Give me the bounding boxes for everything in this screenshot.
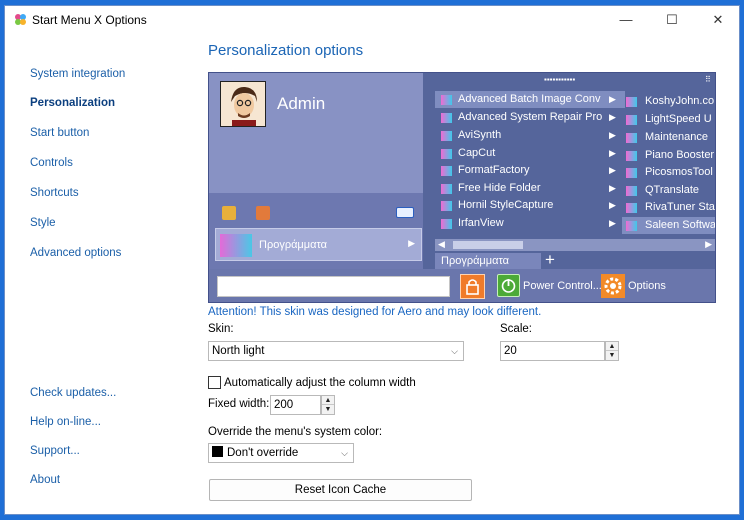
options-label: Options [628, 280, 666, 292]
stepper-down-icon[interactable]: ▼ [322, 405, 334, 414]
preview-user-name: Admin [277, 94, 326, 113]
close-button[interactable]: ✕ [695, 6, 741, 33]
help-online-link[interactable]: Help on-line... [30, 416, 101, 428]
minimize-button[interactable]: — [603, 6, 649, 33]
override-color-label: Override the menu's system color: [208, 426, 383, 438]
sidebar-item-personalization[interactable]: Personalization [30, 97, 115, 109]
skin-select-value: North light [212, 345, 265, 357]
menu-item: RivaTuner Sta [622, 199, 715, 216]
menu-item: CapCut ▶ [435, 145, 625, 162]
preview-tab: Προγράμματα [435, 253, 541, 269]
preview-search-box [217, 276, 450, 297]
stepper-down-icon[interactable]: ▼ [606, 351, 618, 360]
scale-label: Scale: [500, 323, 532, 335]
skin-warning: Attention! This skin was designed for Ae… [208, 306, 542, 318]
scale-input[interactable]: 20 [500, 341, 605, 361]
programs-arrow-icon: ▶ [408, 238, 415, 248]
auto-adjust-checkbox[interactable] [208, 376, 221, 389]
page-title: Personalization options [208, 42, 364, 59]
skin-select[interactable]: North light ⌵ [208, 341, 464, 361]
menu-item: Advanced Batch Image Conv ▶ [435, 91, 625, 108]
fixed-width-label: Fixed width: [208, 398, 270, 410]
override-color-value: Don't override [227, 447, 299, 459]
programs-label: Προγράμματα [259, 239, 328, 251]
menu-item: Maintenance [622, 129, 715, 146]
app-icon [15, 14, 26, 25]
sidebar-item-start-button[interactable]: Start button [30, 127, 89, 139]
menu-item: Free Hide Folder ▶ [435, 180, 625, 197]
add-tab-icon: + [545, 250, 555, 269]
options-window: Start Menu X Options — ☐ ✕ System integr… [4, 5, 740, 515]
scale-stepper[interactable]: ▲ ▼ [605, 341, 619, 361]
preview-horizontal-scrollbar: ◀ ▶ [435, 239, 715, 251]
title-bar[interactable]: Start Menu X Options — ☐ ✕ [5, 6, 739, 33]
chevron-down-icon: ⌵ [341, 448, 348, 458]
scroll-thumb [453, 241, 523, 249]
fixed-width-input[interactable]: 200 [270, 395, 321, 415]
menu-item: LightSpeed U [622, 111, 715, 128]
preview-resize-icon: ⠿ [705, 75, 711, 84]
sidebar-item-system-integration[interactable]: System integration [30, 68, 125, 80]
stepper-up-icon[interactable]: ▲ [606, 342, 618, 351]
programs-folder-icon [220, 234, 252, 257]
sidebar-item-style[interactable]: Style [30, 217, 56, 229]
preview-programs-item: Προγράμματα ▶ [215, 228, 422, 261]
skin-label: Skin: [208, 323, 234, 335]
maximize-button[interactable]: ☐ [649, 6, 695, 33]
fixed-width-stepper[interactable]: ▲ ▼ [321, 395, 335, 415]
override-color-select[interactable]: Don't override ⌵ [208, 443, 354, 463]
menu-item: IrfanView ▶ [435, 215, 625, 232]
auto-adjust-label[interactable]: Automatically adjust the column width [224, 377, 416, 389]
power-icon [497, 274, 520, 297]
gear-icon [601, 274, 625, 298]
menu-item: Advanced System Repair Pro ▶ [435, 109, 625, 126]
window-title: Start Menu X Options [32, 13, 147, 27]
about-link[interactable]: About [30, 474, 60, 486]
reset-icon-cache-button[interactable]: Reset Icon Cache [209, 479, 472, 501]
stepper-up-icon[interactable]: ▲ [322, 396, 334, 405]
sidebar-item-shortcuts[interactable]: Shortcuts [30, 187, 79, 199]
check-updates-link[interactable]: Check updates... [30, 387, 116, 399]
support-link[interactable]: Support... [30, 445, 80, 457]
menu-item: Saleen Softwa [622, 217, 715, 234]
avatar [220, 81, 266, 127]
power-control-label: Power Control... [523, 280, 602, 292]
preview-bottom-bar: Power Control... Options [209, 269, 715, 302]
menu-item: Piano Booster [622, 147, 715, 164]
scroll-left-icon: ◀ [438, 239, 445, 249]
add-user-icon [222, 206, 236, 220]
folder-user-icon [256, 206, 270, 220]
sidebar-item-controls[interactable]: Controls [30, 157, 73, 169]
scroll-right-icon: ▶ [705, 239, 712, 249]
preview-grip-icon: ▪▪▪▪▪▪▪▪▪▪▪ [544, 75, 576, 84]
menu-item: KoshyJohn.co [622, 93, 715, 110]
menu-item: AviSynth ▶ [435, 127, 625, 144]
menu-item: Hornil StyleCapture ▶ [435, 197, 625, 214]
sidebar-item-advanced-options[interactable]: Advanced options [30, 247, 121, 259]
menu-item: QTranslate [622, 182, 715, 199]
chevron-down-icon: ⌵ [451, 346, 458, 356]
skin-preview: Admin Προγράμματα ▶ ▪▪▪▪▪▪▪▪▪▪▪ ⠿ Advanc… [208, 72, 716, 303]
menu-item: PicosmosTool [622, 164, 715, 181]
color-swatch [212, 446, 223, 457]
menu-item: FormatFactory ▶ [435, 162, 625, 179]
lock-icon [460, 274, 485, 299]
drive-icon [396, 207, 414, 218]
